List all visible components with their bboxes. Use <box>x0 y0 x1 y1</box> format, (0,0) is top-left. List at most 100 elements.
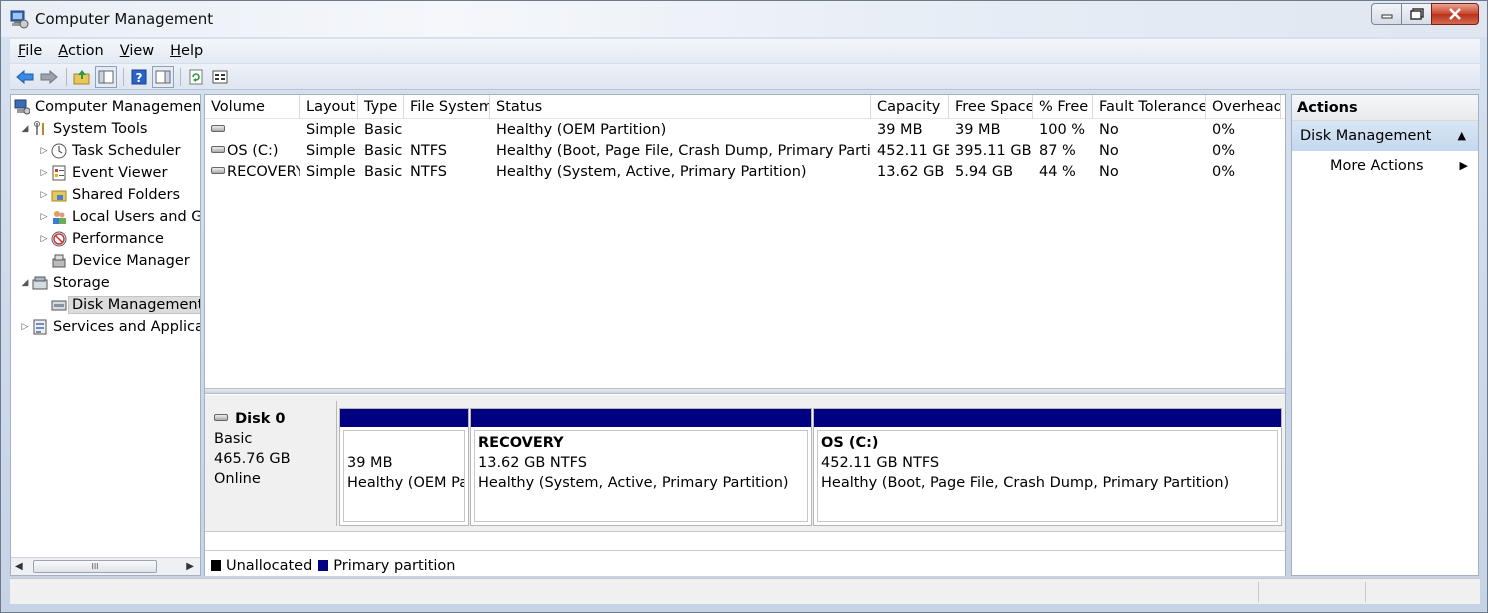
cell-status: Healthy (OEM Partition) <box>496 122 667 138</box>
column-header-capacity[interactable]: Capacity <box>871 95 949 119</box>
column-header-volume[interactable]: Volume <box>205 95 300 119</box>
partition-oem[interactable]: 39 MB Healthy (OEM Par <box>339 408 469 526</box>
disk-state: Online <box>214 471 261 487</box>
tools-icon <box>31 120 49 138</box>
legend-swatch-unallocated <box>211 560 221 571</box>
cell-fault-tolerance: No <box>1099 122 1119 138</box>
table-row[interactable]: RECOVERY Simple Basic NTFS Healthy (Syst… <box>205 162 1285 183</box>
help-button[interactable]: ? <box>128 66 150 88</box>
disk-management-pane: Volume Layout Type File System Status Ca… <box>204 94 1286 576</box>
disk-management-icon <box>50 296 68 314</box>
tree-item-event-viewer[interactable]: ▷ Event Viewer <box>38 162 168 184</box>
partition-recovery[interactable]: RECOVERY 13.62 GB NTFS Healthy (System, … <box>470 408 812 526</box>
computer-management-icon <box>13 98 31 116</box>
window-controls <box>1371 3 1479 25</box>
table-row[interactable]: Simple Basic Healthy (OEM Partition) 39 … <box>205 120 1285 141</box>
partition-size: 39 MB <box>347 455 393 471</box>
expand-arrow-icon[interactable]: ▷ <box>38 234 50 244</box>
column-header-overhead[interactable]: Overhead <box>1206 95 1281 119</box>
volume-list-header: Volume Layout Type File System Status Ca… <box>205 95 1285 119</box>
disk-name: Disk 0 <box>235 411 286 427</box>
properties-button[interactable] <box>209 66 231 88</box>
column-header-fault-tolerance[interactable]: Fault Tolerance <box>1093 95 1206 119</box>
cell-layout: Simple <box>306 164 356 180</box>
actions-section-disk-management[interactable]: Disk Management ▲ <box>1292 121 1478 151</box>
cell-free-space: 5.94 GB <box>955 164 1014 180</box>
disk-size: 465.76 GB <box>214 451 291 467</box>
refresh-button[interactable] <box>185 66 207 88</box>
partition-legend: Unallocated Primary partition <box>205 550 1285 576</box>
menu-help[interactable]: Help <box>162 43 211 59</box>
scroll-left-icon[interactable]: ◀ <box>15 561 23 572</box>
drive-icon <box>211 125 225 132</box>
menu-action[interactable]: Action <box>50 43 111 59</box>
event-viewer-icon <box>50 164 68 182</box>
up-folder-button[interactable] <box>71 66 93 88</box>
status-divider <box>1365 582 1366 602</box>
column-header-percent-free[interactable]: % Free <box>1033 95 1093 119</box>
expand-arrow-icon[interactable]: ▷ <box>38 168 50 178</box>
help-icon: ? <box>131 69 147 85</box>
legend-label: Unallocated <box>226 558 313 574</box>
tree-item-system-tools[interactable]: ◢ System Tools <box>19 118 147 140</box>
partition-size: 452.11 GB NTFS <box>821 455 940 471</box>
tree-item-local-users[interactable]: ▷ Local Users and Gr <box>38 206 200 228</box>
partition-name <box>347 433 464 453</box>
status-bar <box>10 578 1480 604</box>
cell-type: Basic <box>364 143 403 159</box>
drive-icon <box>211 167 225 174</box>
more-actions-item[interactable]: More Actions ▶ <box>1292 151 1478 181</box>
tree-horizontal-scrollbar[interactable]: ◀ III ▶ <box>11 557 200 575</box>
menu-file[interactable]: File <box>10 43 50 59</box>
back-button[interactable] <box>14 66 36 88</box>
expand-arrow-icon[interactable]: ▷ <box>38 146 50 156</box>
scroll-right-icon[interactable]: ▶ <box>186 561 194 572</box>
console-tree[interactable]: Computer Management ◢ System Tools ▷ Tas… <box>10 94 201 576</box>
toolbar-separator <box>123 67 124 86</box>
cell-free-space: 395.11 GB <box>955 143 1032 159</box>
expand-arrow-icon[interactable]: ▷ <box>38 190 50 200</box>
tree-item-device-manager[interactable]: Device Manager <box>50 250 190 272</box>
pane-splitter[interactable] <box>205 388 1285 394</box>
show-hide-action-button[interactable] <box>152 65 174 88</box>
expand-arrow-icon[interactable]: ▷ <box>19 322 31 332</box>
tree-item-task-scheduler[interactable]: ▷ Task Scheduler <box>38 140 181 162</box>
title-bar[interactable]: Computer Management <box>1 1 1487 37</box>
menu-view[interactable]: View <box>112 43 162 59</box>
column-header-layout[interactable]: Layout <box>300 95 358 119</box>
minimize-button[interactable] <box>1371 3 1401 25</box>
collapse-arrow-icon[interactable]: ◢ <box>19 278 31 288</box>
device-manager-icon <box>50 252 68 270</box>
table-row[interactable]: OS (C:) Simple Basic NTFS Healthy (Boot,… <box>205 141 1285 162</box>
restore-icon <box>1409 8 1424 20</box>
cell-file-system: NTFS <box>410 143 447 159</box>
submenu-arrow-icon: ▶ <box>1459 159 1468 172</box>
column-header-type[interactable]: Type <box>358 95 404 119</box>
partition-status: Healthy (OEM Par <box>347 475 465 491</box>
partition-os[interactable]: OS (C:) 452.11 GB NTFS Healthy (Boot, Pa… <box>813 408 1282 526</box>
properties-icon <box>212 70 228 83</box>
show-hide-tree-button[interactable] <box>95 65 117 88</box>
column-header-free-space[interactable]: Free Space <box>949 95 1033 119</box>
tree-item-services-and-applications[interactable]: ▷ Services and Applicat <box>19 316 200 338</box>
cell-type: Basic <box>364 122 403 138</box>
tree-item-storage[interactable]: ◢ Storage <box>19 272 110 294</box>
cell-capacity: 452.11 GB <box>877 143 949 159</box>
cell-overhead: 0% <box>1212 122 1236 138</box>
collapse-arrow-icon[interactable]: ◢ <box>19 124 31 134</box>
tree-item-disk-management[interactable]: Disk Management <box>50 294 200 316</box>
disk-0-info[interactable]: Disk 0 Basic 465.76 GB Online <box>205 401 337 526</box>
collapse-up-icon[interactable]: ▲ <box>1458 121 1466 151</box>
tree-item-shared-folders[interactable]: ▷ Shared Folders <box>38 184 181 206</box>
maximize-button[interactable] <box>1401 3 1431 25</box>
close-icon <box>1449 8 1461 20</box>
scroll-thumb[interactable]: III <box>33 560 157 573</box>
legend-label: Primary partition <box>333 558 456 574</box>
tree-item-performance[interactable]: ▷ Performance <box>38 228 164 250</box>
column-header-status[interactable]: Status <box>490 95 871 119</box>
close-button[interactable] <box>1431 3 1479 25</box>
tree-item-computer-management[interactable]: Computer Management <box>13 96 200 118</box>
forward-button[interactable] <box>38 66 60 88</box>
column-header-file-system[interactable]: File System <box>404 95 490 119</box>
expand-arrow-icon[interactable]: ▷ <box>38 212 50 222</box>
